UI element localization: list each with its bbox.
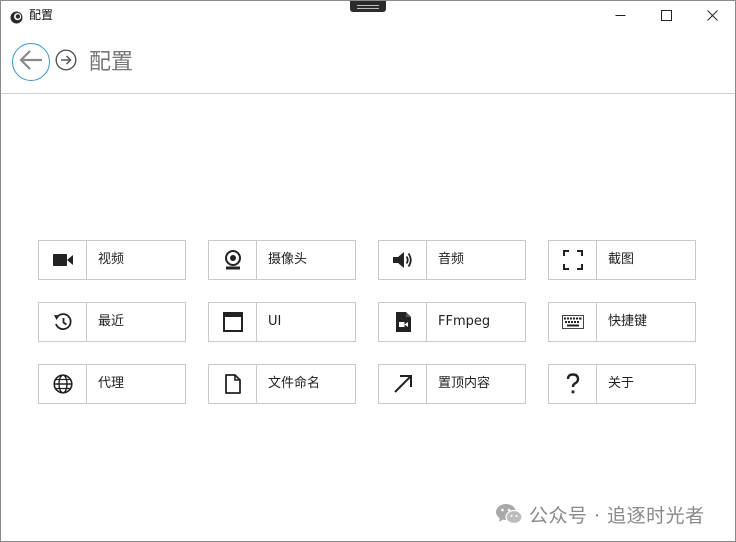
globe-icon [39, 365, 87, 403]
forward-button[interactable] [55, 49, 77, 75]
minimize-button[interactable] [597, 1, 643, 29]
arrow-left-icon [18, 49, 44, 75]
video-file-icon [379, 303, 427, 341]
history-icon [39, 303, 87, 341]
drag-handle-icon[interactable] [350, 1, 386, 12]
video-camera-icon [39, 241, 87, 279]
webcam-icon [209, 241, 257, 279]
minimize-icon [615, 6, 626, 25]
tile-label: 置顶内容 [438, 376, 491, 391]
tile-label: 摄像头 [268, 252, 308, 267]
tile-label: FFmpeg [438, 314, 491, 329]
tile-label: 文件命名 [268, 376, 321, 391]
watermark: 公众号 · 追逐时光者 [495, 501, 705, 527]
question-mark-icon [549, 365, 597, 403]
close-icon [706, 6, 718, 25]
tile-video[interactable]: 视频 [38, 240, 186, 280]
tile-label: 快捷键 [608, 314, 648, 329]
app-logo-icon [10, 9, 23, 24]
watermark-text: 公众号 · 追逐时光者 [529, 504, 705, 527]
header-divider [1, 93, 735, 94]
arrow-right-circle-icon [55, 49, 77, 75]
tile-label: UI [268, 314, 282, 329]
arrow-up-right-icon [379, 365, 427, 403]
tile-recent[interactable]: 最近 [38, 302, 186, 342]
wechat-icon [495, 502, 523, 526]
tile-pin-content[interactable]: 置顶内容 [378, 364, 526, 404]
tile-ui[interactable]: UI [208, 302, 356, 342]
tile-screenshot[interactable]: 截图 [548, 240, 696, 280]
screenshot-frame-icon [549, 241, 597, 279]
tile-label: 视频 [98, 252, 125, 267]
tile-label: 截图 [608, 252, 635, 267]
title-bar[interactable]: 配置 [1, 1, 735, 29]
window-title: 配置 [29, 8, 54, 22]
keyboard-icon [549, 303, 597, 341]
app-window: 配置 配置 视频 摄像头 音频 截图 最近 UI FFmpeg 快捷键 代理 文… [0, 0, 736, 542]
tile-ffmpeg[interactable]: FFmpeg [378, 302, 526, 342]
tile-shortcuts[interactable]: 快捷键 [548, 302, 696, 342]
window-icon [209, 303, 257, 341]
speaker-icon [379, 241, 427, 279]
tile-audio[interactable]: 音频 [378, 240, 526, 280]
close-button[interactable] [689, 1, 735, 29]
maximize-icon [660, 6, 672, 25]
tile-proxy[interactable]: 代理 [38, 364, 186, 404]
tile-label: 代理 [98, 376, 125, 391]
tile-about[interactable]: 关于 [548, 364, 696, 404]
page-title: 配置 [89, 50, 134, 75]
back-button[interactable] [12, 43, 50, 81]
tile-label: 最近 [98, 314, 125, 329]
tile-webcam[interactable]: 摄像头 [208, 240, 356, 280]
document-icon [209, 365, 257, 403]
tile-label: 关于 [608, 376, 635, 391]
maximize-button[interactable] [643, 1, 689, 29]
tile-file-naming[interactable]: 文件命名 [208, 364, 356, 404]
tile-label: 音频 [438, 252, 465, 267]
